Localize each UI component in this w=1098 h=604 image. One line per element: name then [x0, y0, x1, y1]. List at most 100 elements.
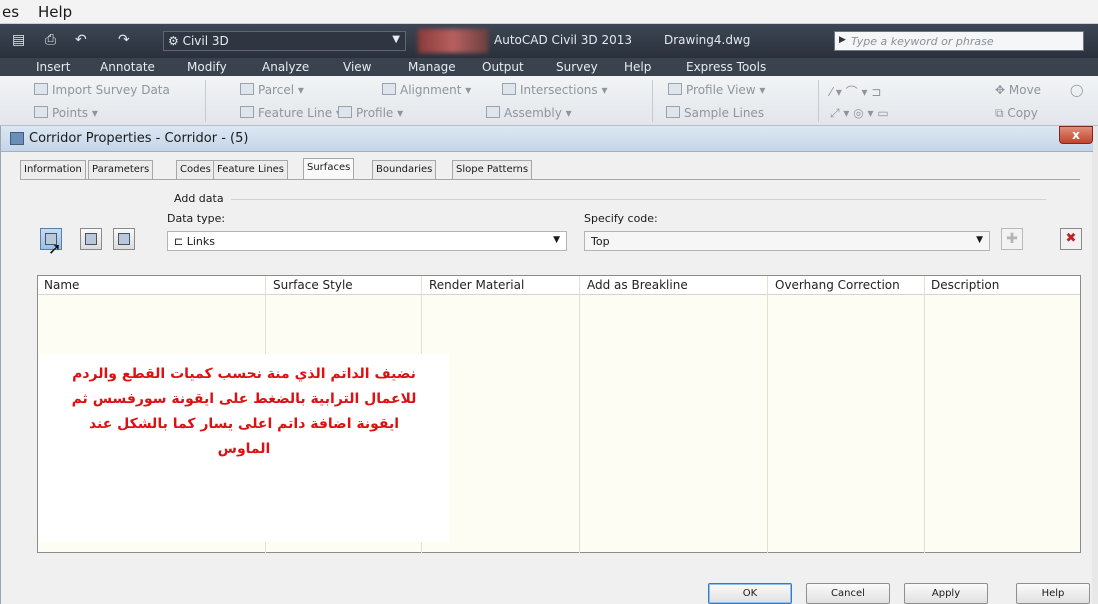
move-icon: ✥ [995, 83, 1009, 97]
data-type-value: Links [186, 235, 215, 248]
intersections-label: Intersections ▾ [520, 83, 608, 97]
sample-lines-icon [666, 106, 680, 118]
profile-view-button[interactable]: Profile View ▾ [668, 83, 765, 97]
menu-item-help[interactable]: Help [38, 3, 72, 21]
add-data-button[interactable]: ✚ [1001, 228, 1023, 250]
move-button[interactable]: ✥ Move [995, 83, 1041, 97]
add-data-group-label: Add data [174, 192, 224, 205]
help-button[interactable]: Help [1016, 583, 1090, 604]
assembly-button[interactable]: Assembly ▾ [486, 106, 572, 120]
assembly-icon [486, 106, 500, 118]
chevron-down-icon: ▼ [976, 235, 983, 245]
ribbon-tab-annotate[interactable]: Annotate [100, 60, 155, 74]
menu-item-partial[interactable]: es [2, 3, 19, 21]
pick-icon [118, 233, 130, 245]
links-icon: ⊏ [174, 235, 187, 248]
specify-code-label: Specify code: [584, 212, 658, 225]
header-description[interactable]: Description [931, 278, 999, 292]
ribbon-separator [818, 80, 819, 122]
import-survey-button[interactable]: Import Survey Data [34, 83, 170, 97]
tab-parameters[interactable]: Parameters [88, 160, 154, 179]
ribbon-tabs: Insert Annotate Modify Analyze View Mana… [0, 58, 1098, 76]
header-render-material[interactable]: Render Material [429, 278, 524, 292]
annotation-line: نضيف الداتم الذي منة نحسب كميات القطع وا… [72, 366, 416, 382]
points-button[interactable]: Points ▾ [34, 106, 98, 120]
feature-line-label: Feature Line ▾ [258, 106, 343, 120]
alignment-button[interactable]: Alignment ▾ [382, 83, 471, 97]
profile-view-label: Profile View ▾ [686, 83, 766, 97]
assembly-label: Assembly ▾ [504, 106, 572, 120]
app-title: AutoCAD Civil 3D 2013 [494, 33, 633, 47]
search-input[interactable]: ▶ Type a keyword or phrase [834, 31, 1084, 51]
surface-style-button[interactable] [80, 228, 102, 250]
expand-icon: ▶ [839, 35, 846, 45]
annotation-line: ايقونة اضافة داتم اعلى يسار كما بالشكل ع… [88, 416, 400, 432]
intersections-button[interactable]: Intersections ▾ [502, 83, 607, 97]
parcel-icon [240, 83, 254, 95]
parcel-button[interactable]: Parcel ▾ [240, 83, 304, 97]
copy-label: Copy [1007, 106, 1038, 120]
specify-code-select[interactable]: Top ▼ [584, 231, 990, 251]
title-bar: ▤ ⎙ ↶ ↷ ⚙ Civil 3D ▼ AutoCAD Civil 3D 20… [0, 24, 1098, 58]
ribbon-tab-express-tools[interactable]: Express Tools [686, 60, 766, 74]
workspace-combo[interactable]: ⚙ Civil 3D ▼ [163, 31, 406, 51]
ok-button[interactable]: OK [708, 583, 792, 604]
header-overhang-correction[interactable]: Overhang Correction [775, 278, 900, 292]
tab-divider [20, 179, 1080, 180]
tab-surfaces[interactable]: Surfaces [303, 158, 355, 180]
corridor-icon [10, 132, 24, 145]
tab-feature-lines[interactable]: Feature Lines [213, 160, 289, 179]
ribbon-tab-analyze[interactable]: Analyze [262, 60, 309, 74]
corridor-properties-dialog: Corridor Properties - Corridor - (5) x I… [0, 126, 1093, 604]
header-add-breakline[interactable]: Add as Breakline [587, 278, 688, 292]
ribbon-tab-view[interactable]: View [343, 60, 371, 74]
data-type-select[interactable]: ⊏ Links ▼ [167, 231, 567, 251]
tab-boundaries[interactable]: Boundaries [372, 160, 437, 179]
specify-code-value: Top [591, 235, 610, 248]
ribbon-tab-manage[interactable]: Manage [408, 60, 456, 74]
rotate-icon[interactable]: ◯ [1070, 83, 1083, 97]
print-icon[interactable]: ⎙ [45, 33, 56, 47]
header-name[interactable]: Name [44, 278, 79, 292]
ribbon-tab-modify[interactable]: Modify [187, 60, 227, 74]
feature-line-button[interactable]: Feature Line ▾ [240, 106, 342, 120]
group-divider [231, 199, 1046, 200]
chevron-down-icon: ▼ [553, 235, 560, 245]
draw-tools-icon[interactable]: ⁄ ▾ ⌒ ▾ ⊐ [830, 83, 881, 100]
undo-icon[interactable]: ↶ [75, 33, 87, 47]
import-survey-label: Import Survey Data [52, 83, 170, 97]
ribbon-panel: Import Survey Data Points ▾ Parcel ▾ Fea… [0, 76, 1098, 126]
mouse-cursor-icon: ➚ [48, 239, 62, 258]
pick-surface-button[interactable] [113, 228, 135, 250]
apply-button[interactable]: Apply [904, 583, 988, 604]
copy-button[interactable]: ⧉ Copy [995, 106, 1038, 121]
ribbon-tab-insert[interactable]: Insert [36, 60, 70, 74]
menubar: es Help [0, 0, 1098, 24]
dialog-title: Corridor Properties - Corridor - (5) [29, 131, 249, 146]
chevron-down-icon: ▼ [392, 34, 400, 45]
redo-icon[interactable]: ↷ [118, 33, 130, 47]
header-surface-style[interactable]: Surface Style [273, 278, 353, 292]
ribbon-tab-help[interactable]: Help [624, 60, 651, 74]
close-button[interactable]: x [1059, 126, 1093, 144]
parcel-label: Parcel ▾ [258, 83, 304, 97]
tab-codes[interactable]: Codes [176, 160, 215, 179]
points-label: Points ▾ [52, 106, 98, 120]
tab-information[interactable]: Information [20, 160, 86, 179]
tab-slope-patterns[interactable]: Slope Patterns [452, 160, 533, 179]
cancel-button[interactable]: Cancel [806, 583, 890, 604]
sample-lines-button[interactable]: Sample Lines [666, 106, 764, 120]
profile-button[interactable]: Profile ▾ [338, 106, 403, 120]
ribbon-separator [205, 80, 206, 122]
data-type-label: Data type: [167, 212, 226, 225]
app-menu-icon[interactable]: ▤ [12, 33, 25, 47]
blurred-region [418, 29, 488, 53]
feature-line-icon [240, 106, 254, 118]
delete-button[interactable]: ✖ [1060, 228, 1082, 250]
copy-icon: ⧉ [995, 106, 1008, 120]
move-label: Move [1008, 83, 1042, 97]
ribbon-tab-survey[interactable]: Survey [556, 60, 598, 74]
ribbon-tab-output[interactable]: Output [482, 60, 524, 74]
edit-tools-icon[interactable]: ⤢ ▾ ◎ ▾ ▭ [830, 106, 889, 121]
sample-lines-label: Sample Lines [684, 106, 765, 120]
